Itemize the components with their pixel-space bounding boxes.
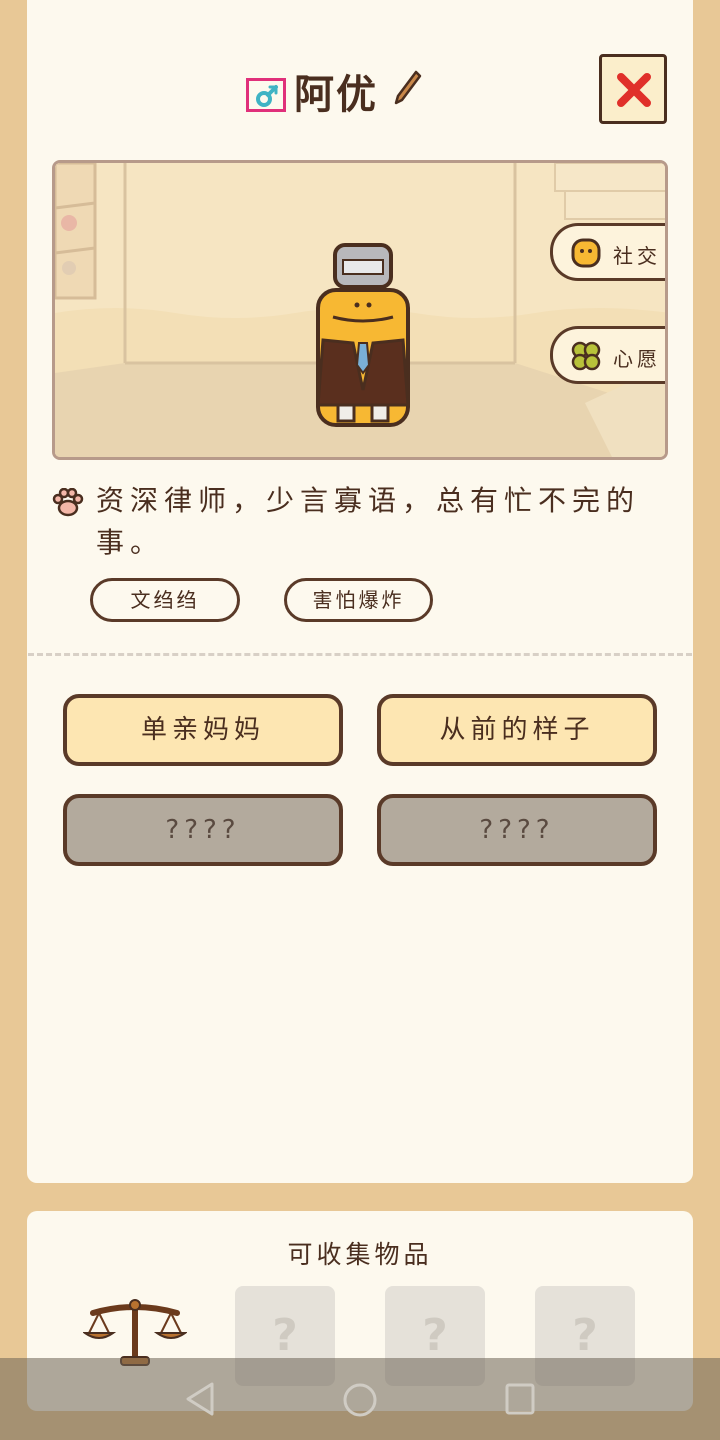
- edit-pencil-icon[interactable]: [394, 70, 422, 106]
- back-icon[interactable]: [184, 1382, 216, 1416]
- home-icon[interactable]: [342, 1382, 378, 1418]
- character-name: 阿优: [294, 72, 378, 118]
- paw-icon: [52, 488, 84, 517]
- tag-item: 害怕爆炸: [284, 578, 433, 622]
- wish-label: 心愿: [613, 347, 661, 371]
- close-button[interactable]: [599, 54, 667, 124]
- clover-icon: [571, 341, 601, 371]
- story-button-locked[interactable]: ????: [377, 794, 657, 866]
- system-nav-bar: [0, 1358, 720, 1440]
- story-button-locked[interactable]: ????: [63, 794, 343, 866]
- story-button[interactable]: 单亲妈妈: [63, 694, 343, 766]
- collectibles-title: 可收集物品: [287, 1240, 433, 1269]
- tag-item: 文绉绉: [90, 578, 240, 622]
- recents-icon[interactable]: [504, 1382, 536, 1416]
- character-scene: 社交 心愿: [52, 160, 668, 460]
- social-icon: [571, 238, 601, 268]
- close-icon: [617, 73, 651, 107]
- story-button[interactable]: 从前的样子: [377, 694, 657, 766]
- social-label: 社交: [613, 244, 661, 268]
- description-text: 资深律师，少言寡语，总有忙不完的事。: [96, 484, 641, 559]
- gender-male-icon: [246, 78, 286, 112]
- wish-button[interactable]: 心愿: [550, 326, 665, 384]
- social-button[interactable]: 社交: [550, 223, 665, 281]
- divider: [28, 653, 692, 656]
